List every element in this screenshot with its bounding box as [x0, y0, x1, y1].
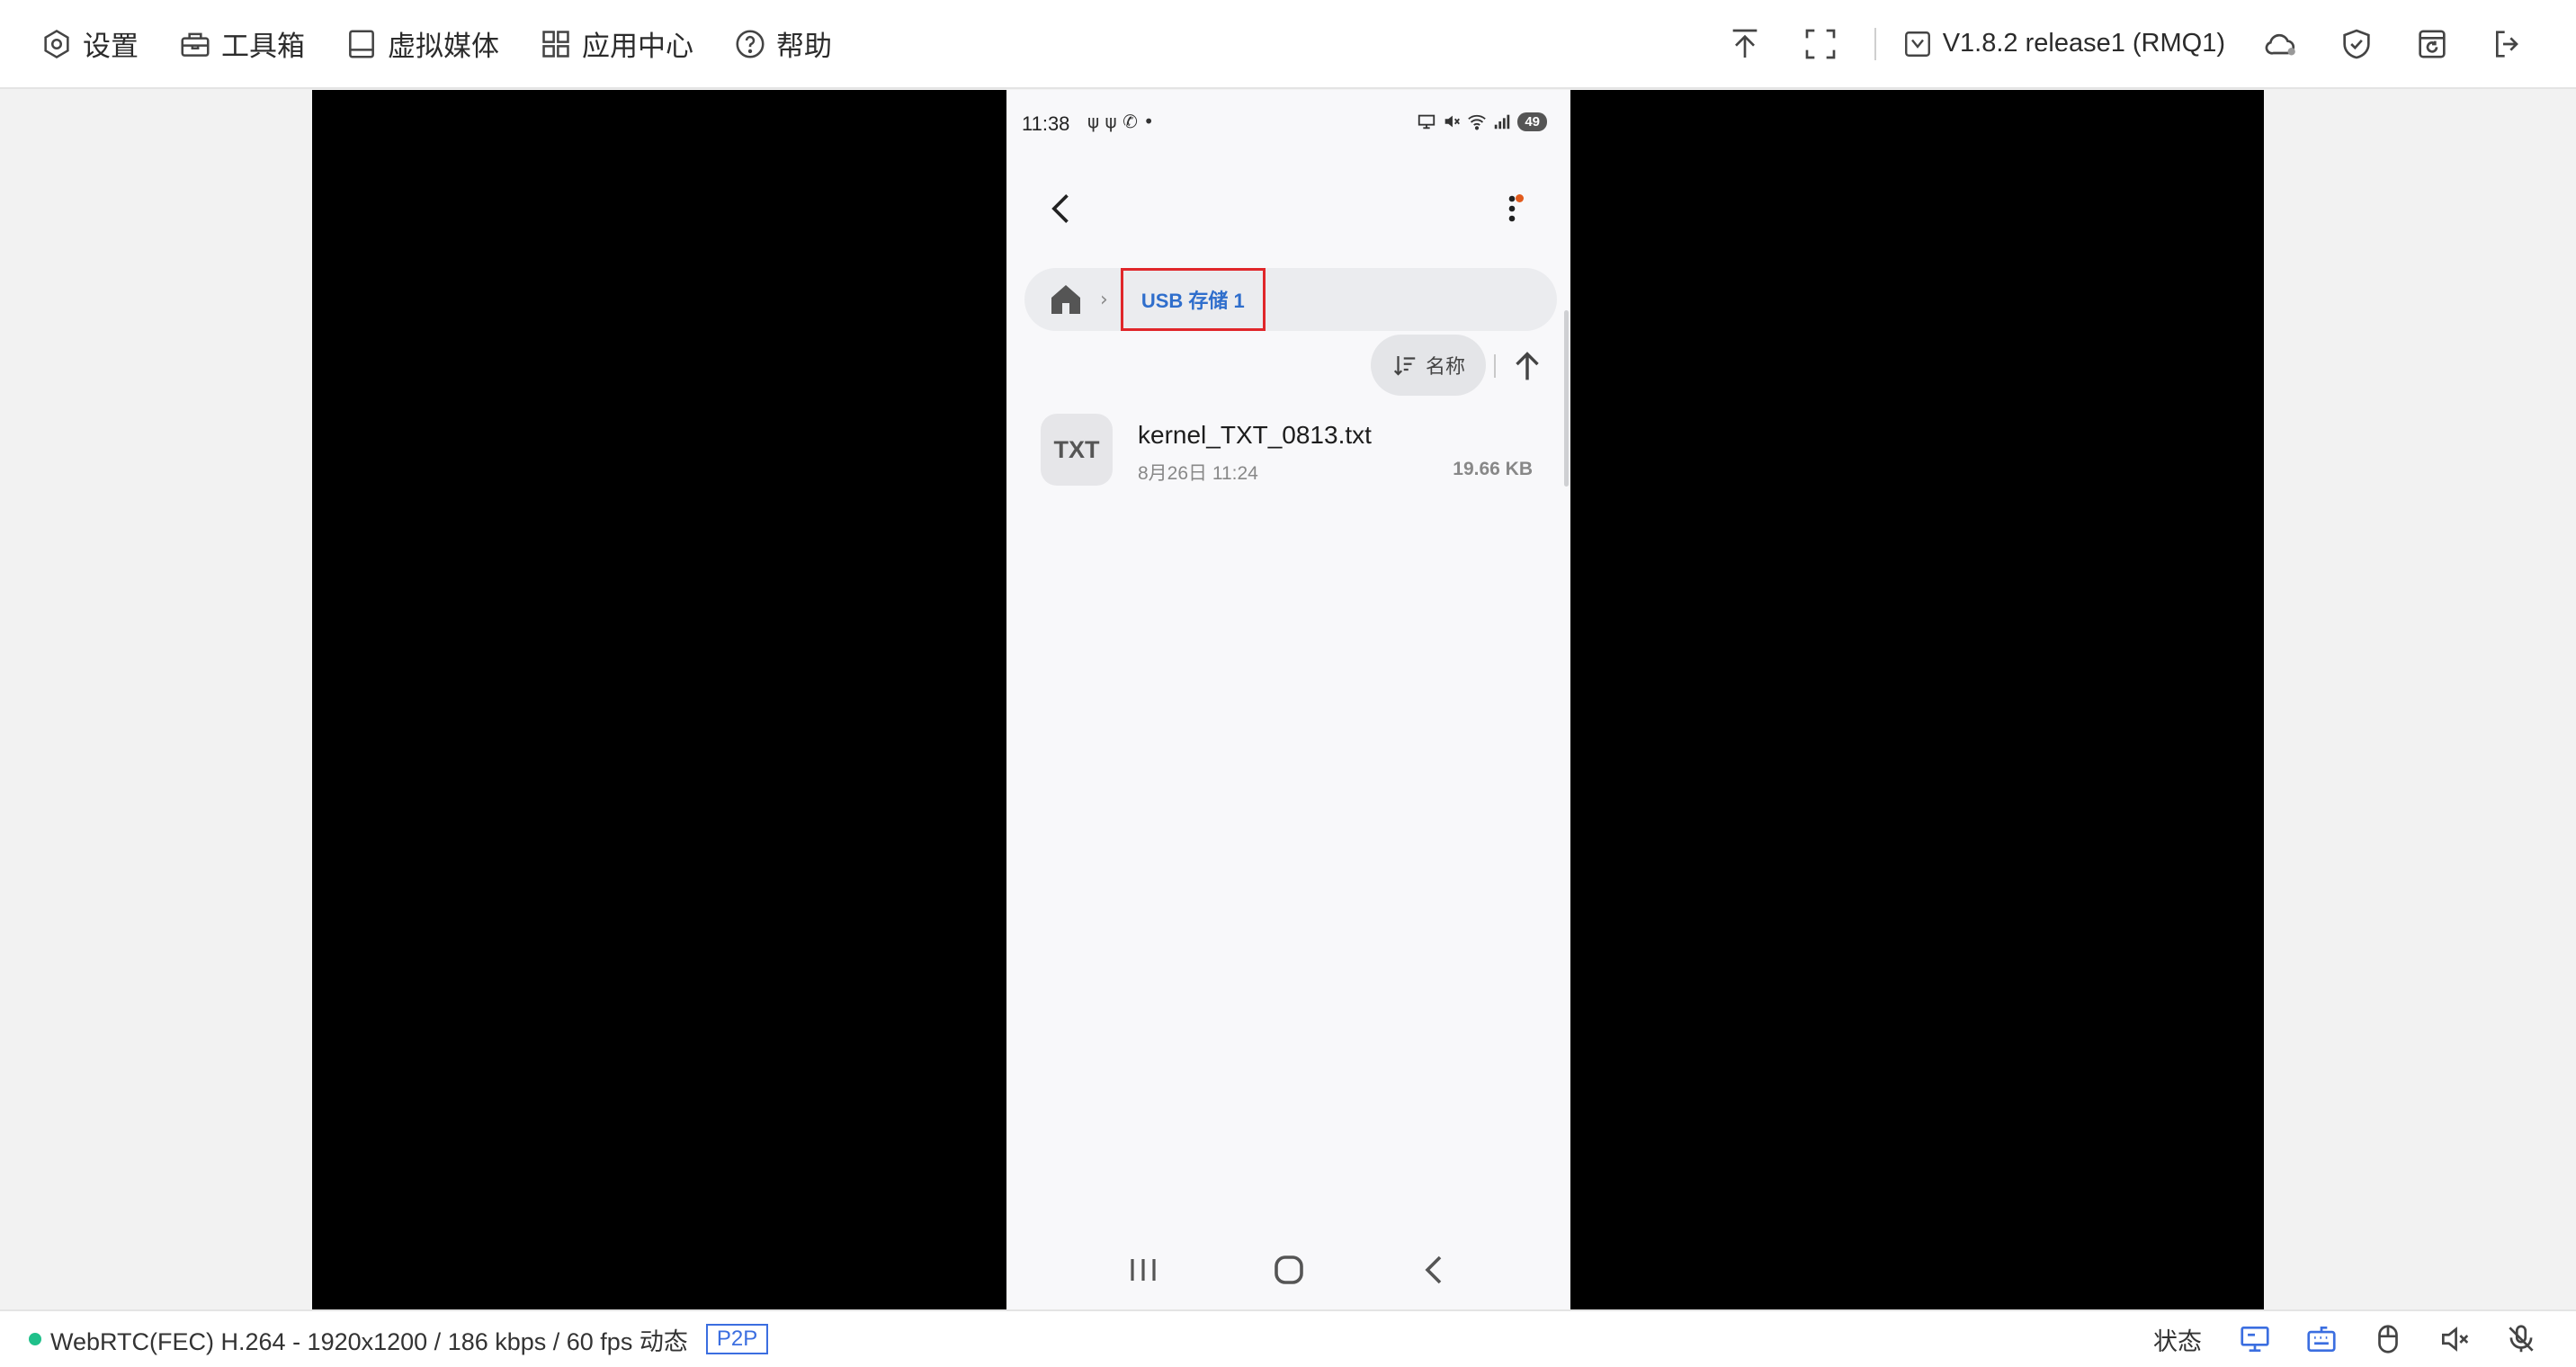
security-button[interactable]: [2319, 17, 2394, 71]
mouse-icon: [2378, 1325, 2398, 1354]
bottom-status-bar: WebRTC(FEC) H.264 - 1920x1200 / 186 kbps…: [0, 1309, 2576, 1367]
menu-app-center[interactable]: 应用中心: [539, 23, 693, 64]
help-icon: [736, 29, 765, 58]
restart-icon: [2419, 30, 2446, 58]
microphone-mute-button[interactable]: [2488, 1314, 2554, 1364]
recent-apps-icon[interactable]: [1122, 1248, 1165, 1291]
logout-button[interactable]: [2470, 17, 2545, 71]
keyboard-icon: [2307, 1326, 2336, 1353]
signal-icon: [1495, 114, 1510, 130]
status-notification-icons: ψ ψ ✆ •: [1087, 111, 1155, 132]
breadcrumb: › USB 存储 1: [1024, 268, 1557, 331]
toolbar-divider: [1874, 27, 1876, 60]
phone-navigation-bar: [1006, 1243, 1570, 1297]
sort-label: 名称: [1425, 355, 1465, 378]
home-icon[interactable]: [1044, 278, 1087, 321]
status-system-icons: 49: [1417, 112, 1547, 131]
list-item[interactable]: TXT kernel_TXT_0813.txt 8月26日 11:24 19.6…: [1006, 414, 1570, 504]
breadcrumb-current-usb-storage[interactable]: USB 存储 1: [1120, 268, 1266, 331]
mute-icon: [1445, 115, 1461, 128]
wifi-icon: [1468, 114, 1487, 130]
pin-top-button[interactable]: [1707, 17, 1783, 71]
fullscreen-icon: [1805, 29, 1836, 58]
remote-video-stage[interactable]: 11:38 ψ ψ ✆ • 49 › USB 存储 1 名称 TXT kerne…: [312, 90, 2264, 1309]
mouse-button[interactable]: [2355, 1314, 2421, 1364]
arrow-up-icon[interactable]: [1507, 345, 1548, 387]
shield-check-icon: [2343, 29, 2370, 58]
txt-file-icon: TXT: [1041, 414, 1113, 486]
screen-status-button[interactable]: [2222, 1314, 2288, 1364]
menu-help[interactable]: 帮助: [733, 23, 832, 64]
drive-icon: [349, 29, 374, 58]
cloud-icon: [2265, 33, 2295, 55]
stream-details: WebRTC(FEC) H.264 - 1920x1200 / 186 kbps…: [50, 1327, 688, 1355]
sort-icon: [1393, 356, 1416, 376]
menu-settings-label: 设置: [83, 31, 139, 63]
menu-toolbox[interactable]: 工具箱: [178, 23, 305, 64]
main-menu: 设置 工具箱 虚拟媒体 应用中心 帮助: [0, 23, 872, 64]
phone-back-button[interactable]: [1042, 189, 1082, 228]
battery-indicator: 49: [1517, 112, 1547, 131]
home-circle-icon[interactable]: [1267, 1248, 1310, 1291]
menu-toolbox-label: 工具箱: [221, 31, 305, 63]
menu-virtual-media-label: 虚拟媒体: [388, 31, 499, 63]
version-label: V1.8.2 release1 (RMQ1): [1942, 29, 2225, 58]
bottom-controls: 状态: [2153, 1314, 2576, 1364]
fullscreen-button[interactable]: [1783, 17, 1858, 71]
speaker-muted-icon: [2441, 1327, 2469, 1352]
more-vertical-icon: [1508, 195, 1516, 222]
chevron-right-icon: ›: [1100, 288, 1108, 311]
notification-dot: [1516, 194, 1524, 202]
gear-icon: [44, 29, 69, 58]
status-time: 11:38: [1022, 112, 1070, 135]
phone-scrollbar[interactable]: [1564, 310, 1569, 487]
keyboard-button[interactable]: [2288, 1314, 2355, 1364]
status-label[interactable]: 状态: [2153, 1322, 2202, 1357]
top-toolbar: 设置 工具箱 虚拟媒体 应用中心 帮助 V1.8.2 release1 (RMQ…: [0, 0, 2576, 89]
speaker-mute-button[interactable]: [2421, 1314, 2488, 1364]
version-button[interactable]: V1.8.2 release1 (RMQ1): [1901, 28, 2225, 60]
cast-icon: [1418, 114, 1436, 130]
phone-status-bar: 11:38 ψ ψ ✆ • 49: [1006, 90, 1570, 155]
apps-grid-icon: [542, 30, 569, 58]
menu-virtual-media[interactable]: 虚拟媒体: [344, 23, 499, 64]
toolbar-right: V1.8.2 release1 (RMQ1): [1707, 17, 2576, 71]
chevron-left-icon: [1051, 194, 1069, 223]
sort-divider: [1494, 354, 1496, 378]
sort-by-name-button[interactable]: 名称: [1371, 335, 1486, 396]
microphone-muted-icon: [2509, 1325, 2534, 1353]
file-size: 19.66 KB: [1453, 459, 1533, 479]
back-nav-icon[interactable]: [1413, 1248, 1456, 1291]
menu-settings[interactable]: 设置: [40, 23, 139, 64]
monitor-icon: [2241, 1326, 2269, 1353]
menu-help-label: 帮助: [776, 31, 832, 63]
pin-top-icon: [1732, 29, 1758, 58]
version-icon: [1904, 31, 1930, 57]
file-name: kernel_TXT_0813.txt: [1138, 421, 1372, 449]
cloud-status-button[interactable]: [2243, 17, 2319, 71]
file-date: 8月26日 11:24: [1138, 463, 1258, 484]
toolbox-icon: [181, 32, 210, 57]
p2p-badge: P2P: [705, 1324, 769, 1354]
menu-app-center-label: 应用中心: [582, 31, 693, 63]
connection-status-dot: [29, 1333, 41, 1345]
sort-row: 名称: [1006, 335, 1570, 398]
logout-icon: [2496, 30, 2518, 58]
restart-button[interactable]: [2394, 17, 2470, 71]
phone-screen[interactable]: 11:38 ψ ψ ✆ • 49 › USB 存储 1 名称 TXT kerne…: [1006, 90, 1570, 1309]
stream-info: WebRTC(FEC) H.264 - 1920x1200 / 186 kbps…: [0, 1322, 769, 1357]
phone-more-options-button[interactable]: [1492, 189, 1532, 228]
